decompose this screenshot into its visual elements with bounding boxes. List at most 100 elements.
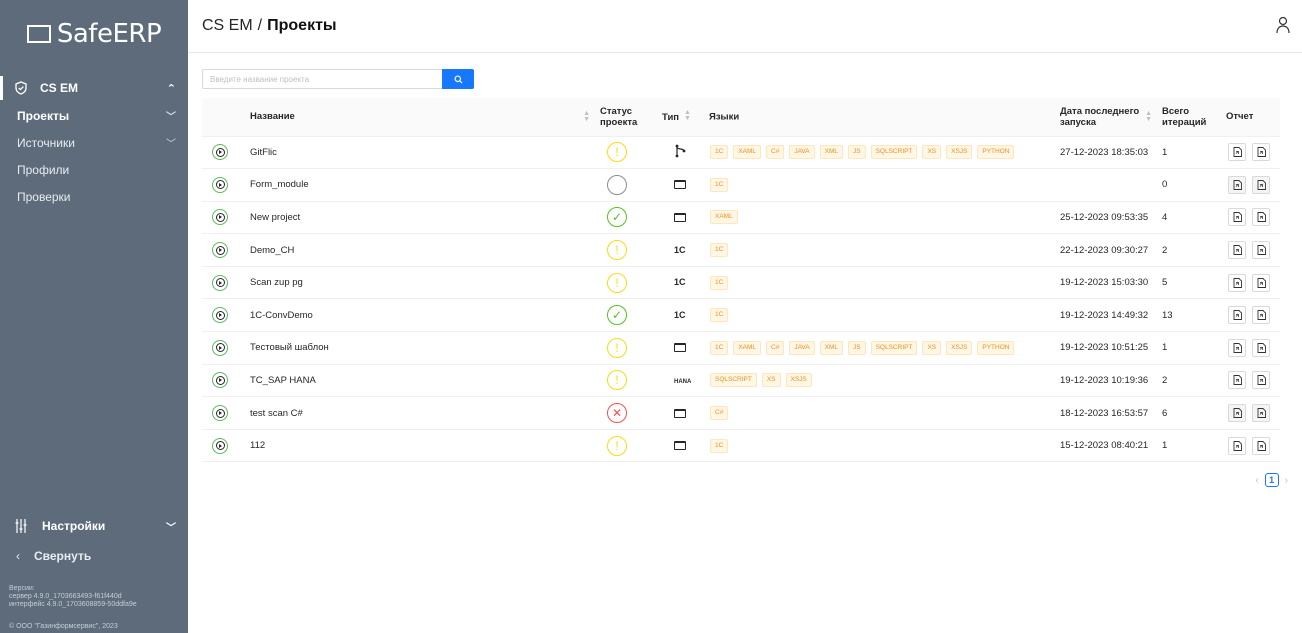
project-name[interactable]: TC_SAP HANA [250,375,316,386]
run-button[interactable] [212,405,228,422]
report-xlsx-button[interactable] [1252,241,1270,260]
table-row[interactable]: Scan zup pg ! 1C 1C 19-12-2023 15:03:30 … [202,266,1280,300]
type-cell: HANA [656,364,704,398]
table-row[interactable]: TC_SAP HANA ! HANA SQLSCRIPT XS XSJS 19-12… [202,364,1280,398]
collapse-button[interactable]: ‹ Свернуть [0,544,188,568]
run-button[interactable] [212,242,228,259]
project-name[interactable]: 1C-ConvDemo [250,310,313,321]
play-icon [215,310,225,320]
name-cell: GitFlic [244,136,594,170]
type-cell: 1C [656,298,704,333]
sort-icon[interactable]: ▲ ▼ [583,110,590,123]
search-button[interactable] [442,69,474,89]
run-button[interactable] [212,209,228,226]
project-name[interactable]: test scan C# [250,408,303,419]
sidebar-item[interactable]: Проверки [0,183,188,210]
sidebar-item[interactable]: Профили [0,156,188,183]
sidebar-group-cs-em[interactable]: CS EM ⌃ [0,74,188,102]
project-name[interactable]: Form_module [250,179,309,190]
report-pdf-button[interactable] [1228,143,1246,162]
table-row[interactable]: New project ✓ XAML 25-12-2023 09:53:35 4 [202,201,1280,235]
pagination-page[interactable]: 1 [1264,473,1279,487]
sidebar-item[interactable]: Источники ﹀ [0,129,188,156]
table-row[interactable]: 1C-ConvDemo ✓ 1C 1C 19-12-2023 14:49:32 … [202,298,1280,333]
date-cell: 19-12-2023 10:19:36 [1054,364,1156,398]
report-xlsx-button[interactable] [1252,371,1270,390]
table-row[interactable]: Form_module 1C 0 [202,168,1280,202]
report-cell [1220,136,1280,170]
pagination-next[interactable]: › [1285,475,1288,486]
run-button[interactable] [212,437,228,454]
table-row[interactable]: GitFlic ! 1C XAML C# JAVA XML JS SQLSCRIPT XS XS… [202,136,1280,170]
report-xlsx-button[interactable] [1252,436,1270,455]
table-row[interactable]: Demo_CH ! 1C 1C 22-12-2023 09:30:27 2 [202,233,1280,267]
breadcrumb-parent[interactable]: CS EM [202,17,253,35]
report-cell [1220,168,1280,202]
user-icon[interactable] [1276,16,1290,34]
iterations-cell: 1 [1156,136,1220,170]
project-name[interactable]: GitFlic [250,147,277,158]
export-file-icon [1257,310,1266,321]
sliders-icon [15,519,27,533]
sidebar-item[interactable]: Проекты ﹀ [0,102,188,129]
report-pdf-button[interactable] [1228,338,1246,357]
run-button[interactable] [212,274,228,291]
name-cell: Demo_CH [244,233,594,267]
iterations-cell: 1 [1156,331,1220,365]
run-button[interactable] [212,307,228,324]
run-button[interactable] [212,176,228,193]
report-xlsx-button[interactable] [1252,306,1270,325]
run-button[interactable] [212,144,228,161]
collapse-label: Свернуть [34,549,92,563]
pagination-prev[interactable]: ‹ [1255,475,1258,486]
status-none-icon [607,174,627,195]
report-xlsx-button[interactable] [1252,404,1270,423]
logo[interactable]: SafeERP [0,0,188,68]
play-icon [215,375,225,385]
col-type[interactable]: Тип ▲ ▼ Языки [656,98,739,137]
run-button[interactable] [212,372,228,389]
iterations-cell: 1 [1156,429,1220,463]
search-input[interactable] [202,69,442,89]
export-file-icon [1257,277,1266,288]
sort-icon[interactable]: ▲ ▼ [1145,110,1152,123]
report-xlsx-button[interactable] [1252,208,1270,227]
export-file-icon [1257,375,1266,386]
col-date[interactable]: Дата последнего запуска ▲ ▼ [1054,98,1156,137]
version-title: Версии: [9,585,35,592]
langs-cell: XAML [704,201,1054,235]
language-tag: C# [766,145,785,160]
report-pdf-button[interactable] [1228,436,1246,455]
report-pdf-button[interactable] [1228,175,1246,194]
settings-menu[interactable]: Настройки ﹀ [0,513,188,539]
col-name[interactable]: Название ▲ ▼ [244,98,594,137]
report-xlsx-button[interactable] [1252,143,1270,162]
project-name[interactable]: Тестовый шаблон [250,342,329,353]
report-xlsx-button[interactable] [1252,175,1270,194]
report-pdf-button[interactable] [1228,404,1246,423]
language-tag: JAVA [789,145,815,160]
project-name[interactable]: New project [250,212,300,223]
sort-icon[interactable]: ▲ ▼ [684,109,691,122]
project-name[interactable]: 112 [250,440,265,451]
date-cell: 25-12-2023 09:53:35 [1054,201,1156,235]
report-pdf-button[interactable] [1228,273,1246,292]
report-cell [1220,233,1280,267]
report-xlsx-button[interactable] [1252,338,1270,357]
report-pdf-button[interactable] [1228,208,1246,227]
language-tag: PYTHON [977,145,1015,160]
report-xlsx-button[interactable] [1252,273,1270,292]
report-pdf-button[interactable] [1228,241,1246,260]
report-pdf-button[interactable] [1228,306,1246,325]
project-name[interactable]: Scan zup pg [250,277,303,288]
table-row[interactable]: test scan C# ✕ C# 18-12-2023 16:53:57 6 [202,396,1280,430]
table-row[interactable]: Тестовый шаблон ! 1C XAML C# JAVA XML JS SQLSC… [202,331,1280,365]
col-iterations: Всего итераций [1156,98,1220,137]
folder-icon [674,180,686,190]
status-warning-icon: ! [607,337,627,358]
date-cell: 19-12-2023 10:51:25 [1054,331,1156,365]
project-name[interactable]: Demo_CH [250,245,294,256]
report-pdf-button[interactable] [1228,371,1246,390]
table-row[interactable]: 112 ! 1C 15-12-2023 08:40:21 1 [202,429,1280,463]
run-button[interactable] [212,339,228,356]
